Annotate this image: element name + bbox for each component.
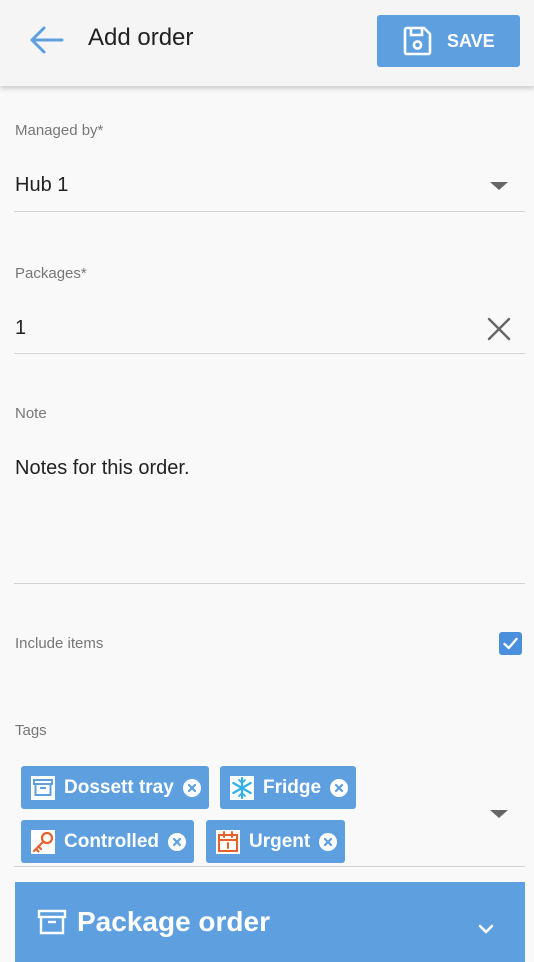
managed-by-label: Managed by*: [15, 122, 104, 139]
key-icon: [29, 828, 57, 856]
packages-input[interactable]: 1: [14, 305, 474, 351]
packages-underline: [14, 353, 525, 354]
package-order-panel[interactable]: Package order: [15, 882, 525, 962]
remove-tag-icon[interactable]: [330, 778, 349, 797]
archive-box-icon: [37, 907, 67, 937]
note-underline: [14, 583, 525, 584]
calendar-icon: [214, 828, 242, 856]
tags-select[interactable]: Dossett tray Fridge Controlled Urgent: [14, 760, 525, 866]
remove-tag-icon[interactable]: [319, 832, 338, 851]
chevron-down-icon[interactable]: [477, 910, 495, 942]
snowflake-icon: [228, 774, 256, 802]
page-title: Add order: [88, 24, 194, 51]
back-button[interactable]: [22, 20, 70, 60]
tag-chip-urgent[interactable]: Urgent: [206, 820, 346, 863]
managed-by-value: Hub 1: [15, 174, 69, 196]
note-textarea[interactable]: Notes for this order.: [14, 445, 525, 581]
save-button-label: SAVE: [447, 30, 495, 51]
tags-label: Tags: [15, 722, 47, 739]
chevron-down-icon[interactable]: [490, 810, 508, 818]
tag-chip-fridge[interactable]: Fridge: [220, 766, 357, 809]
archive-box-icon: [29, 774, 57, 802]
note-value: Notes for this order.: [15, 457, 190, 479]
remove-tag-icon[interactable]: [168, 832, 186, 851]
tag-label: Controlled: [64, 830, 159, 852]
tag-label: Dossett tray: [64, 776, 174, 798]
tag-chip-dossett-tray[interactable]: Dossett tray: [21, 766, 209, 809]
clear-packages-button[interactable]: [484, 314, 514, 344]
packages-label: Packages*: [15, 265, 87, 282]
close-icon: [487, 317, 511, 341]
remove-tag-icon[interactable]: [182, 778, 201, 797]
managed-by-underline: [14, 211, 525, 212]
managed-by-select[interactable]: Hub 1: [14, 160, 525, 210]
checkmark-icon: [503, 637, 518, 650]
arrow-left-icon: [30, 26, 64, 54]
tags-underline: [14, 866, 525, 867]
tag-chip-controlled[interactable]: Controlled: [21, 820, 194, 863]
packages-value: 1: [15, 317, 27, 339]
include-items-checkbox[interactable]: [499, 632, 522, 655]
chevron-down-icon: [490, 182, 508, 190]
tag-label: Urgent: [249, 830, 311, 852]
app-bar: Add order SAVE: [0, 0, 534, 86]
tag-label: Fridge: [263, 776, 322, 798]
save-button[interactable]: SAVE: [377, 15, 520, 67]
note-label: Note: [15, 405, 47, 422]
include-items-label: Include items: [15, 635, 104, 652]
floppy-disk-icon: [403, 26, 432, 56]
panel-title: Package order: [77, 906, 270, 937]
